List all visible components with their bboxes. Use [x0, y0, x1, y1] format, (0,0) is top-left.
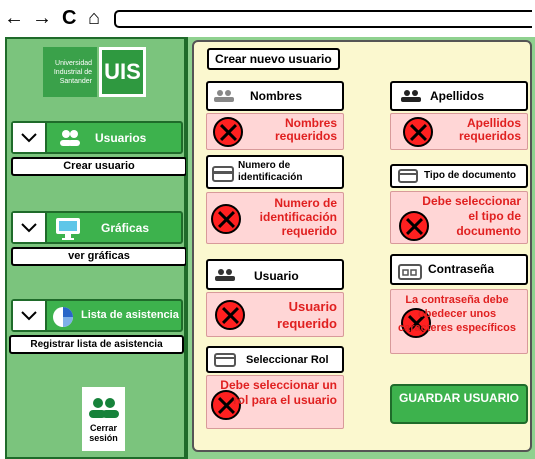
nombres-error: Nombres requeridos — [206, 113, 344, 150]
monitor-icon — [55, 217, 81, 246]
nombres-label: Nombres — [250, 89, 303, 103]
error-icon — [215, 300, 245, 330]
rol-error-text: Debe seleccionar un rol para el usuario — [220, 378, 337, 407]
back-arrow-icon[interactable]: ← — [4, 8, 24, 28]
numero-error-text: Numero de identificación requerido — [259, 196, 337, 238]
tipo-label: Tipo de documento — [424, 170, 517, 181]
users-icon — [59, 128, 81, 153]
usuario-label-box: Usuario — [206, 259, 344, 290]
id-card-icon — [398, 169, 418, 183]
university-logo: Universidad Industrial de Santander UIS — [43, 47, 146, 97]
apellidos-label-box: Apellidos — [390, 81, 528, 111]
submenu-ver-graficas[interactable]: ver gráficas — [11, 247, 187, 266]
error-icon — [213, 117, 243, 147]
logout-button[interactable]: Cerrar sesión — [82, 387, 125, 451]
password-icon — [398, 264, 422, 280]
tipo-label-box: Tipo de documento — [390, 164, 528, 188]
forward-arrow-icon[interactable]: → — [32, 8, 52, 28]
logout-users-icon — [89, 398, 119, 418]
nombres-error-text: Nombres requeridos — [274, 116, 337, 143]
nombres-label-box: Nombres — [206, 81, 344, 111]
contrasena-error: La contraseña debe obedecer unos caracte… — [390, 289, 528, 354]
save-user-button[interactable]: GUARDAR USUARIO — [390, 384, 528, 424]
apellidos-label: Apellidos — [430, 89, 485, 103]
menu-graficas[interactable]: Gráficas — [11, 211, 183, 244]
rol-error: Debe seleccionar un rol para el usuario — [206, 375, 344, 429]
tipo-error-text: Debe seleccionar el tipo de documento — [422, 194, 521, 238]
menu-usuarios[interactable]: Usuarios — [11, 121, 183, 154]
home-icon[interactable]: ⌂ — [88, 8, 100, 28]
contrasena-label-box: Contraseña — [390, 254, 528, 285]
rol-label-box: Seleccionar Rol — [206, 346, 344, 373]
chevron-down-icon[interactable] — [13, 301, 47, 330]
submenu-registrar-asistencia[interactable]: Registrar lista de asistencia — [9, 335, 184, 354]
usuario-error-text: Usuario requerido — [277, 299, 337, 331]
rol-label: Seleccionar Rol — [246, 354, 329, 366]
usuario-error: Usuario requerido — [206, 292, 344, 337]
contrasena-label: Contraseña — [428, 262, 495, 276]
menu-graficas-label: Gráficas — [101, 221, 150, 235]
menu-lista-asistencia[interactable]: Lista de asistencia — [11, 299, 183, 332]
tipo-error: Debe seleccionar el tipo de documento — [390, 191, 528, 244]
logo-mark: UIS — [99, 47, 146, 97]
numero-label-box: Numero de identificación — [206, 155, 344, 189]
error-icon — [403, 117, 433, 147]
users-icon — [214, 90, 234, 102]
pie-icon — [51, 305, 75, 334]
main-area: Crear nuevo usuario Nombres Nombres requ… — [186, 37, 535, 459]
apellidos-error-text: Apellidos requeridos — [458, 116, 521, 143]
menu-usuarios-label: Usuarios — [95, 131, 147, 145]
form-panel: Crear nuevo usuario Nombres Nombres requ… — [192, 40, 532, 452]
submenu-crear-usuario[interactable]: Crear usuario — [11, 157, 187, 176]
logout-label: Cerrar sesión — [89, 423, 118, 443]
chevron-down-icon[interactable] — [13, 123, 47, 152]
numero-label: Numero de identificación — [238, 160, 303, 183]
menu-lista-asistencia-label: Lista de asistencia — [81, 309, 179, 321]
apellidos-error: Apellidos requeridos — [390, 113, 528, 150]
logo-text: Universidad Industrial de Santander — [43, 47, 97, 97]
sidebar: Universidad Industrial de Santander UIS … — [5, 37, 187, 459]
error-icon — [211, 204, 241, 234]
id-card-icon — [212, 166, 234, 182]
address-bar[interactable] — [114, 10, 532, 28]
browser-toolbar: ← → C ⌂ — [0, 0, 535, 38]
chevron-down-icon[interactable] — [13, 213, 47, 242]
form-title: Crear nuevo usuario — [207, 48, 340, 70]
usuario-label: Usuario — [254, 269, 299, 283]
numero-error: Numero de identificación requerido — [206, 192, 344, 244]
contrasena-error-text: La contraseña debe obedecer unos caracte… — [397, 294, 517, 334]
id-card-icon — [214, 353, 236, 367]
users-icon — [215, 269, 235, 281]
users-icon — [401, 90, 421, 102]
reload-icon[interactable]: C — [62, 8, 76, 28]
